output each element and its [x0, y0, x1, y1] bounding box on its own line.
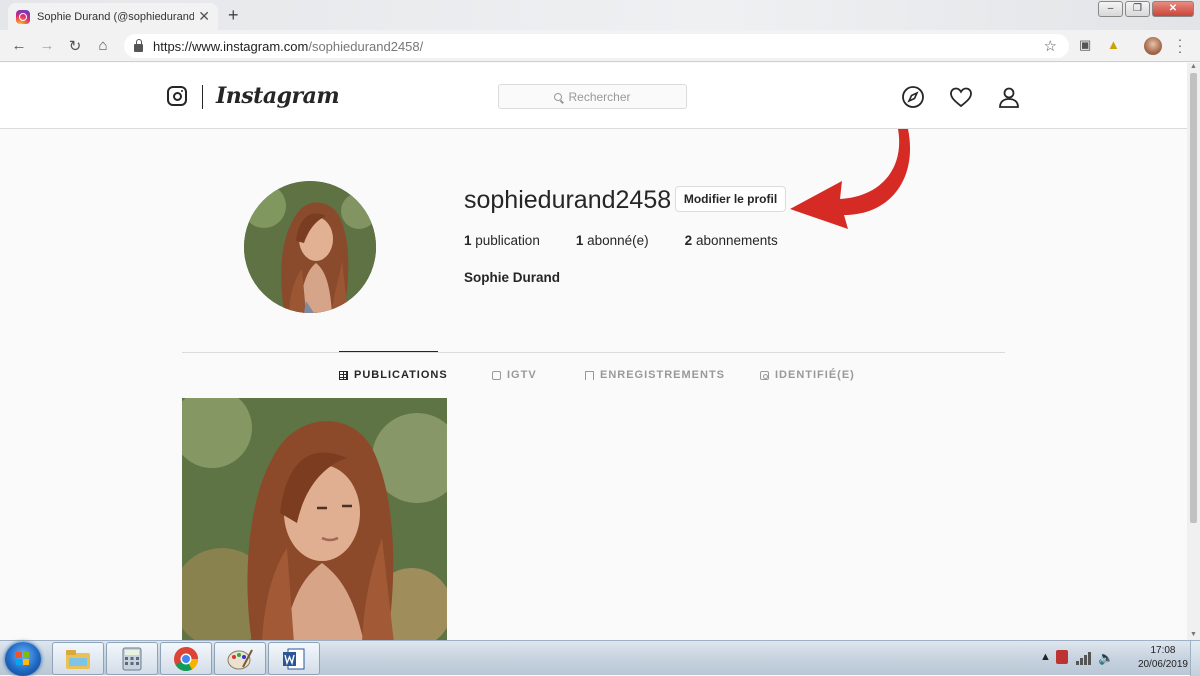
tab-publications-label: PUBLICATIONS: [354, 369, 448, 381]
word-icon: [283, 648, 305, 669]
active-tab-indicator: [339, 351, 438, 352]
forward-arrow-icon[interactable]: →: [33, 37, 61, 54]
profile-avatar[interactable]: [244, 181, 376, 313]
followers-count[interactable]: 1 abonné(e): [576, 233, 649, 248]
browser-tab[interactable]: Sophie Durand (@sophiedurand… ✕: [8, 3, 218, 30]
minimize-button[interactable]: –: [1098, 1, 1123, 17]
url-path: /sophiedurand2458/: [308, 38, 424, 54]
browser-menu-icon[interactable]: · · ·: [1176, 32, 1184, 58]
bookmark-star-icon[interactable]: ☆: [1044, 37, 1057, 55]
taskbar-explorer[interactable]: [52, 642, 104, 675]
windows-taskbar: ▲ 🔈 17:08 20/06/2019: [0, 640, 1200, 676]
tab-close-icon[interactable]: ✕: [198, 8, 210, 25]
show-desktop-button[interactable]: [1190, 641, 1200, 676]
flask-extension-icon[interactable]: ▲: [1107, 37, 1120, 52]
restore-button[interactable]: ❐: [1125, 1, 1150, 17]
instagram-page: Instagram Rechercher sophiedurand2458 Mo…: [0, 63, 1187, 640]
url-host: https://www.instagram.com: [153, 38, 309, 54]
profile-username: sophiedurand2458: [464, 186, 672, 214]
profile-user-icon[interactable]: [997, 85, 1021, 109]
search-input[interactable]: Rechercher: [498, 84, 687, 109]
taskbar-paint[interactable]: [214, 642, 266, 675]
followers-count-label: abonné(e): [587, 233, 649, 248]
back-arrow-icon[interactable]: ←: [5, 37, 33, 54]
browser-tab-bar: Sophie Durand (@sophiedurand… ✕ + – ❐ ✕: [0, 0, 1200, 30]
tagged-icon: [760, 370, 769, 380]
browser-profile-avatar[interactable]: [1144, 37, 1162, 55]
windows-logo-icon: [16, 652, 29, 665]
tab-publications[interactable]: PUBLICATIONS: [339, 369, 448, 381]
posts-count: 1 publication: [464, 233, 540, 248]
scrollbar-thumb[interactable]: [1190, 73, 1197, 523]
scroll-up-icon[interactable]: ▲: [1190, 63, 1197, 70]
reload-icon[interactable]: ↻: [61, 37, 89, 55]
following-count[interactable]: 2 abonnements: [685, 233, 778, 248]
tabs-divider: [182, 352, 1005, 353]
address-bar[interactable]: https://www.instagram.com/sophiedurand24…: [124, 34, 1069, 58]
start-button[interactable]: [5, 642, 41, 676]
bookmark-icon: [585, 370, 594, 380]
show-hidden-icons-icon[interactable]: ▲: [1040, 651, 1051, 663]
clock-time: 17:08: [1150, 645, 1176, 656]
posts-count-label: publication: [475, 233, 540, 248]
clock-date: 20/06/2019: [1137, 659, 1188, 670]
logo-divider: [202, 85, 203, 109]
browser-toolbar: ← → ↻ ⌂ https://www.instagram.com/sophie…: [0, 30, 1200, 62]
search-placeholder: Rechercher: [568, 89, 631, 104]
tab-igtv[interactable]: IGTV: [492, 369, 537, 381]
page-scrollbar[interactable]: ▲ ▼: [1187, 63, 1200, 640]
followers-count-value: 1: [575, 233, 584, 248]
tab-title: Sophie Durand (@sophiedurand…: [37, 10, 195, 23]
explorer-icon: [66, 649, 90, 669]
paint-icon: [227, 649, 253, 669]
chrome-icon: [174, 646, 198, 671]
post-thumbnail[interactable]: [182, 398, 447, 640]
window-controls: – ❐ ✕: [1098, 1, 1194, 17]
taskbar-chrome[interactable]: [160, 642, 212, 675]
taskbar-clock[interactable]: 17:08 20/06/2019: [1138, 644, 1188, 672]
calculator-icon: [122, 647, 142, 670]
instagram-logo[interactable]: Instagram: [216, 83, 340, 109]
volume-icon[interactable]: 🔈: [1098, 650, 1114, 666]
profile-full-name: Sophie Durand: [464, 270, 561, 285]
following-count-label: abonnements: [695, 233, 778, 248]
grid-icon: [339, 370, 348, 380]
tab-tagged[interactable]: IDENTIFIÉ(E): [760, 369, 855, 381]
scroll-down-icon[interactable]: ▼: [1190, 631, 1197, 638]
igtv-icon: [492, 370, 501, 380]
instagram-header: Instagram Rechercher: [0, 63, 1187, 129]
instagram-favicon-icon: [16, 9, 30, 24]
posts-count-value: 1: [464, 233, 472, 248]
taskbar-calculator[interactable]: [106, 642, 158, 675]
network-signal-icon[interactable]: [1076, 651, 1092, 665]
close-window-button[interactable]: ✕: [1152, 1, 1194, 17]
cast-extension-icon[interactable]: ▣: [1079, 37, 1091, 53]
profile-stats: 1 publication 1 abonné(e) 2 abonnements: [464, 233, 814, 248]
antivirus-icon[interactable]: [1056, 650, 1068, 664]
new-tab-button[interactable]: +: [228, 5, 239, 26]
annotation-arrow-icon: [790, 129, 911, 229]
activity-heart-icon[interactable]: [949, 85, 973, 109]
following-count-value: 2: [684, 233, 693, 248]
home-icon[interactable]: ⌂: [89, 37, 117, 54]
explore-compass-icon[interactable]: [901, 85, 925, 109]
tab-saved-label: ENREGISTREMENTS: [600, 369, 726, 381]
tab-igtv-label: IGTV: [507, 369, 537, 381]
lock-icon: [134, 39, 143, 52]
tab-tagged-label: IDENTIFIÉ(E): [775, 369, 855, 381]
search-icon: [554, 92, 563, 101]
taskbar-word[interactable]: [268, 642, 320, 675]
instagram-camera-icon[interactable]: [167, 86, 187, 106]
tab-saved[interactable]: ENREGISTREMENTS: [585, 369, 725, 381]
